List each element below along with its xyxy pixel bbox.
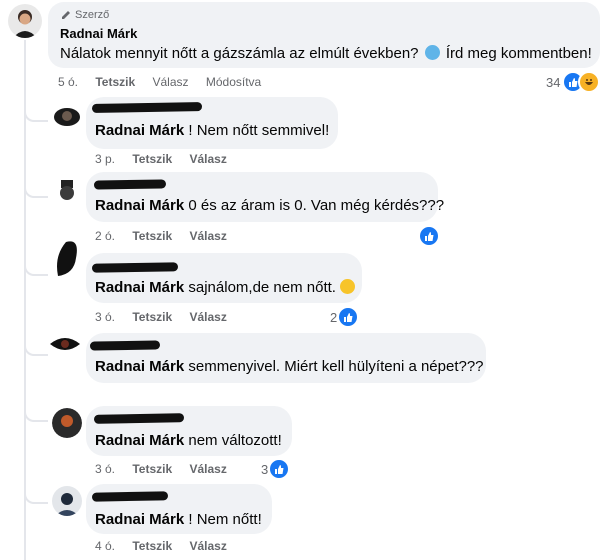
reply-connector bbox=[24, 342, 48, 356]
reply-bubble: Radnai Márk sajnálom,de nem nőtt. bbox=[86, 253, 362, 303]
author-name[interactable]: Radnai Márk bbox=[60, 26, 137, 41]
post-text-tail: Írd meg kommentben! bbox=[445, 45, 592, 62]
reply-time[interactable]: 3 ó. bbox=[95, 310, 115, 324]
reply-bubble: Radnai Márk ! Nem nőtt semmivel! bbox=[86, 97, 338, 149]
reply-button[interactable]: Válasz bbox=[190, 152, 227, 166]
reply-text-body: ! Nem nőtt! bbox=[188, 511, 262, 528]
like-reaction-icon bbox=[337, 306, 360, 328]
reply-connector bbox=[24, 408, 48, 422]
reply-text: Radnai Márk 0 és az áram is 0. Van még k… bbox=[95, 196, 444, 215]
reply-connector bbox=[24, 262, 48, 276]
reply-connector bbox=[24, 108, 48, 122]
reply-reactions[interactable]: 2 bbox=[330, 306, 360, 328]
post-comment-bubble: Szerző Radnai Márk Nálatok mennyit nőtt … bbox=[48, 2, 600, 68]
redacted-name bbox=[93, 413, 185, 424]
author-badge-label: Szerző bbox=[75, 9, 110, 21]
author-badge: Szerző bbox=[60, 9, 109, 21]
reply-text: Radnai Márk semmenyivel. Miért kell hüly… bbox=[95, 357, 484, 376]
post-time[interactable]: 5 ó. bbox=[58, 75, 78, 89]
reply-bubble: Radnai Márk semmenyivel. Miért kell hüly… bbox=[86, 333, 486, 383]
reply-connector bbox=[24, 184, 48, 198]
reply-avatar[interactable] bbox=[52, 486, 82, 516]
avatar-image bbox=[52, 408, 82, 438]
like-button[interactable]: Tetszik bbox=[132, 152, 172, 166]
reply-time[interactable]: 2 ó. bbox=[95, 229, 115, 243]
reply-button[interactable]: Válasz bbox=[190, 539, 227, 553]
pencil-icon bbox=[62, 11, 70, 19]
redacted-name bbox=[93, 179, 167, 190]
post-actions: 5 ó. Tetszik Válasz Módosítva bbox=[58, 75, 275, 89]
reply-button[interactable]: Válasz bbox=[190, 229, 227, 243]
reply-bubble: Radnai Márk ! Nem nőtt! bbox=[86, 484, 272, 534]
reply-text-body: nem változott! bbox=[188, 432, 282, 449]
author-avatar[interactable] bbox=[8, 4, 42, 38]
avatar-image bbox=[55, 493, 79, 516]
reaction-count: 3 bbox=[261, 461, 269, 477]
reply-avatar[interactable] bbox=[52, 408, 82, 438]
mention-link[interactable]: Radnai Márk bbox=[95, 358, 184, 375]
reply-avatar[interactable] bbox=[52, 176, 82, 206]
reply-reactions[interactable] bbox=[418, 225, 440, 247]
post-text-main: Nálatok mennyit nőtt a gázszámla az elmú… bbox=[60, 45, 419, 62]
like-button[interactable]: Tetszik bbox=[132, 462, 172, 476]
reply-button[interactable]: Válasz bbox=[190, 462, 227, 476]
reply-text-body: semmenyivel. Miért kell hülyíteni a népe… bbox=[188, 358, 484, 375]
reply-actions: 4 ó. Tetszik Válasz bbox=[95, 539, 241, 553]
avatar-image bbox=[60, 180, 74, 200]
reply-text-body: ! Nem nőtt semmivel! bbox=[188, 122, 330, 139]
post-reactions[interactable]: 34 bbox=[546, 71, 601, 93]
reply-text-body: sajnálom,de nem nőtt. bbox=[188, 279, 336, 296]
mention-link[interactable]: Radnai Márk bbox=[95, 432, 184, 449]
redacted-name bbox=[91, 102, 203, 113]
reply-text: Radnai Márk ! Nem nőtt! bbox=[95, 510, 262, 529]
reply-actions: 2 ó. Tetszik Válasz bbox=[95, 229, 241, 243]
avatar-image bbox=[50, 338, 80, 350]
redacted-name bbox=[91, 262, 179, 273]
mention-link[interactable]: Radnai Márk bbox=[95, 279, 184, 296]
reply-button[interactable]: Válasz bbox=[190, 310, 227, 324]
haha-reaction-icon bbox=[578, 71, 601, 93]
mention-link[interactable]: Radnai Márk bbox=[95, 122, 184, 139]
reply-time[interactable]: 3 ó. bbox=[95, 462, 115, 476]
reaction-count: 2 bbox=[330, 309, 338, 325]
redacted-name bbox=[89, 340, 161, 351]
reply-time[interactable]: 3 p. bbox=[95, 152, 115, 166]
post-text: Nálatok mennyit nőtt a gázszámla az elmú… bbox=[60, 44, 592, 63]
reply-button[interactable]: Válasz bbox=[153, 75, 189, 89]
reaction-count: 34 bbox=[546, 74, 561, 90]
reply-bubble: Radnai Márk 0 és az áram is 0. Van még k… bbox=[86, 172, 444, 222]
edited-label: Módosítva bbox=[205, 75, 262, 89]
reply-actions: 3 ó. Tetszik Válasz bbox=[95, 462, 241, 476]
reply-text: Radnai Márk ! Nem nőtt semmivel! bbox=[95, 121, 329, 140]
mention-link[interactable]: Radnai Márk bbox=[95, 197, 184, 214]
avatar-image bbox=[54, 108, 80, 126]
avatar-image bbox=[57, 241, 77, 276]
reply-actions: 3 p. Tetszik Válasz bbox=[95, 152, 241, 166]
like-reaction-icon bbox=[418, 225, 440, 247]
reply-avatar[interactable] bbox=[50, 236, 84, 284]
reply-avatar[interactable] bbox=[46, 330, 84, 360]
cold-face-emoji-icon bbox=[424, 45, 440, 60]
reply-reactions[interactable]: 3 bbox=[261, 458, 291, 480]
like-reaction-icon bbox=[268, 458, 291, 480]
reply-bubble: Radnai Márk nem változott! bbox=[86, 406, 292, 456]
avatar-image bbox=[13, 10, 37, 38]
reply-text: Radnai Márk nem változott! bbox=[95, 431, 282, 450]
reply-text: Radnai Márk sajnálom,de nem nőtt. bbox=[95, 278, 356, 297]
like-button[interactable]: Tetszik bbox=[132, 310, 172, 324]
reply-avatar[interactable] bbox=[52, 102, 82, 132]
reply-actions: 3 ó. Tetszik Válasz bbox=[95, 310, 241, 324]
reply-time[interactable]: 4 ó. bbox=[95, 539, 115, 553]
like-button[interactable]: Tetszik bbox=[132, 539, 172, 553]
smile-emoji-icon bbox=[340, 279, 356, 294]
like-button[interactable]: Tetszik bbox=[95, 75, 135, 89]
redacted-name bbox=[91, 491, 169, 502]
like-button[interactable]: Tetszik bbox=[132, 229, 172, 243]
reply-text-body: 0 és az áram is 0. Van még kérdés??? bbox=[188, 197, 445, 214]
mention-link[interactable]: Radnai Márk bbox=[95, 511, 184, 528]
reply-connector bbox=[24, 490, 48, 504]
